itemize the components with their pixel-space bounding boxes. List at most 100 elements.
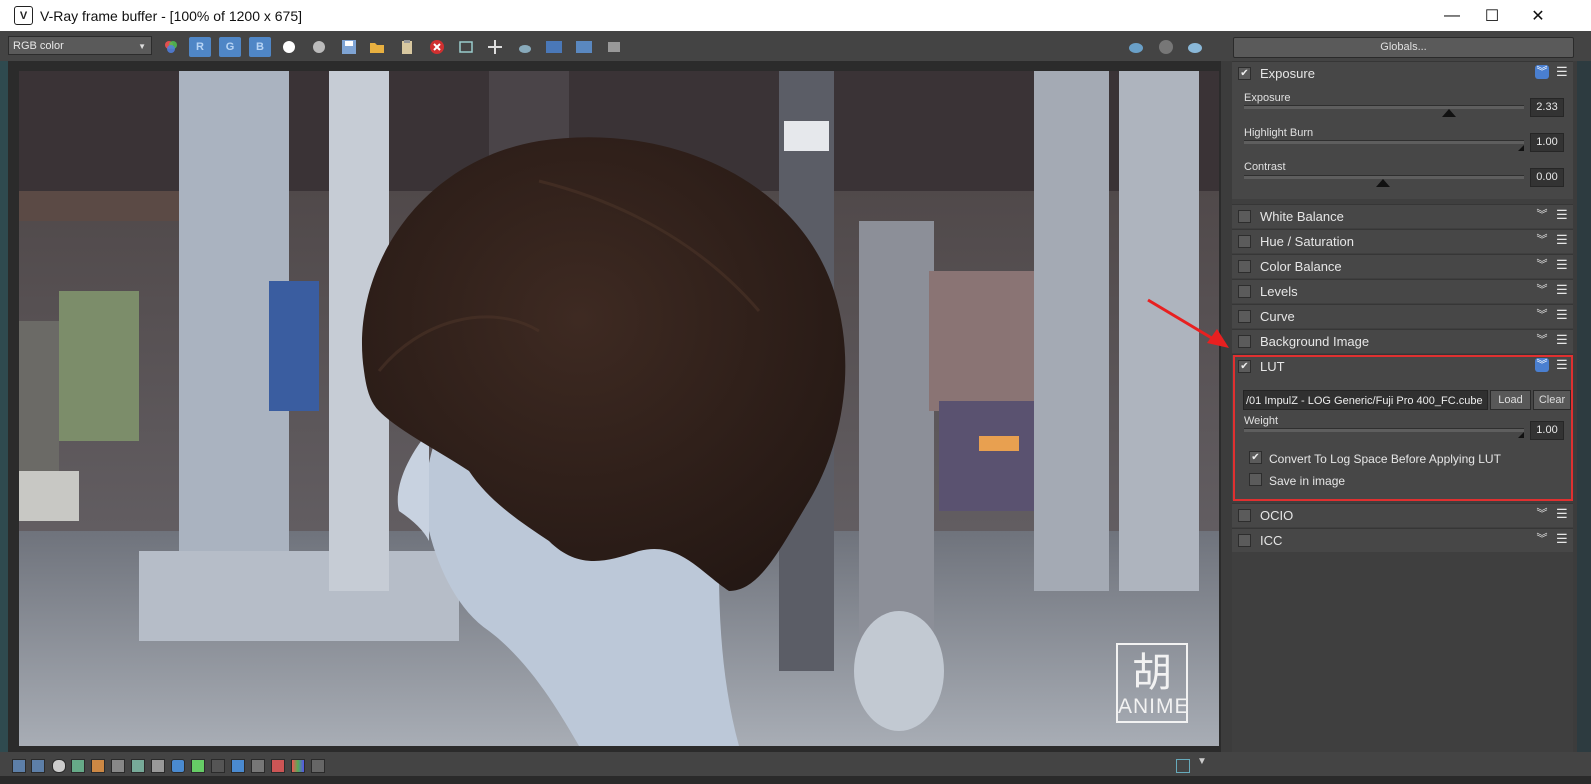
highlight-burn-label: Highlight Burn [1244,127,1314,139]
teapot-render-icon[interactable] [515,37,535,57]
split-view-icon[interactable] [31,759,45,773]
levels-header[interactable]: Levels ︾ ☰ [1232,280,1573,304]
color-balance-header[interactable]: Color Balance ︾ ☰ [1232,255,1573,279]
lens-effects-icon[interactable] [171,759,185,773]
contrast-value[interactable]: 0.00 [1530,168,1564,187]
annotation-arrow-icon [1147,298,1229,348]
curve-header[interactable]: Curve ︾ ☰ [1232,305,1573,329]
menu-icon[interactable]: ☰ [1556,282,1568,298]
menu-icon[interactable]: ☰ [1556,257,1568,273]
color-channels-icon[interactable] [161,37,181,57]
white-balance-section: White Balance ︾ ☰ [1232,204,1573,228]
hue-saturation-checkbox[interactable] [1238,235,1251,248]
background-image-section: Background Image ︾ ☰ [1232,329,1573,353]
hsl-icon[interactable] [91,759,105,773]
menu-icon[interactable]: ☰ [1556,506,1568,522]
close-button[interactable]: ✕ [1515,0,1561,31]
expand-icon[interactable]: ︾ [1535,308,1549,322]
render-teapot-icon[interactable] [1126,37,1146,57]
menu-icon[interactable]: ☰ [1556,207,1568,223]
hue-saturation-header[interactable]: Hue / Saturation ︾ ☰ [1232,230,1573,254]
hue-saturation-title: Hue / Saturation [1260,234,1354,249]
menu-icon[interactable]: ☰ [1556,307,1568,323]
contrast-slider-thumb[interactable] [1376,179,1390,187]
exposure-label: Exposure [1244,92,1291,104]
maximize-button[interactable]: ☐ [1469,0,1515,31]
ocio-checkbox[interactable] [1238,509,1251,522]
white-balance-checkbox[interactable] [1238,210,1251,223]
exposure-checkbox[interactable]: ✔ [1238,67,1251,80]
curve-tool-icon[interactable] [151,759,165,773]
compare-tool-icon[interactable] [271,759,285,773]
blue-channel-button[interactable]: B [249,37,271,57]
history-icon[interactable] [604,37,624,57]
ocio-section: OCIO ︾ ☰ [1232,503,1573,527]
levels-section: Levels ︾ ☰ [1232,279,1573,303]
expand-icon[interactable]: ︾ [1535,258,1549,272]
collapse-icon[interactable]: ︾ [1535,65,1549,79]
expand-icon[interactable]: ︾ [1535,283,1549,297]
expand-icon[interactable]: ︾ [1535,233,1549,247]
stop-render-icon[interactable] [1156,37,1176,57]
ocio-title: OCIO [1260,508,1294,523]
exposure-slider-thumb[interactable] [1442,109,1456,117]
clipboard-icon[interactable] [397,37,417,57]
icc-checkbox[interactable] [1238,534,1251,547]
menu-icon[interactable]: ☰ [1556,332,1568,348]
background-image-header[interactable]: Background Image ︾ ☰ [1232,330,1573,354]
fit-view-icon[interactable] [1176,759,1190,773]
exposure-header[interactable]: ✔ Exposure ︾ ☰ [1232,62,1573,86]
menu-icon[interactable]: ☰ [1556,64,1568,80]
channel-select-value: RGB color [13,40,64,52]
globals-button[interactable]: Globals... [1233,37,1574,58]
save-image-icon[interactable] [339,37,359,57]
interactive-render-icon[interactable] [1185,37,1205,57]
red-channel-button[interactable]: R [189,37,211,57]
color-balance-checkbox[interactable] [1238,260,1251,273]
highlight-burn-slider[interactable] [1244,140,1524,144]
exposure-value[interactable]: 2.33 [1530,98,1564,117]
channel-select[interactable]: RGB color ▼ [8,36,152,55]
highlight-burn-slider-thumb[interactable] [1518,145,1524,151]
levels-checkbox[interactable] [1238,285,1251,298]
green-channel-button[interactable]: G [219,37,241,57]
h-tool-icon[interactable] [251,759,265,773]
chevron-down-icon[interactable]: ▼ [1197,756,1207,767]
curve-edit-icon[interactable] [211,759,225,773]
rgb-stats-icon[interactable] [71,759,85,773]
chevron-down-icon: ▼ [138,42,146,51]
levels-tool-icon[interactable] [111,759,125,773]
highlight-burn-value[interactable]: 1.00 [1530,133,1564,152]
clear-image-icon[interactable] [427,37,447,57]
menu-icon[interactable]: ☰ [1556,232,1568,248]
exposure-slider[interactable] [1244,105,1524,109]
lut-tool-icon[interactable] [231,759,245,773]
background-image-checkbox[interactable] [1238,335,1251,348]
rendered-image [19,71,1219,746]
open-folder-icon[interactable] [367,37,387,57]
white-balance-header[interactable]: White Balance ︾ ☰ [1232,205,1573,229]
expand-icon[interactable]: ︾ [1535,208,1549,222]
color-balance-section: Color Balance ︾ ☰ [1232,254,1573,278]
compare-ab-icon[interactable] [544,37,564,57]
lut-highlight-frame [1233,355,1573,501]
display-mode-icon[interactable] [12,759,26,773]
curve-checkbox[interactable] [1238,310,1251,323]
desktop-background-right [1577,61,1591,752]
icc-header[interactable]: ICC ︾ ☰ [1232,529,1573,553]
pick-pixel-icon[interactable] [485,37,505,57]
expand-icon[interactable]: ︾ [1535,507,1549,521]
rgb-bars-icon[interactable] [291,759,305,773]
info-icon[interactable] [52,759,66,773]
image-layer-icon[interactable] [191,759,205,773]
menu-icon[interactable]: ☰ [1556,531,1568,547]
alpha-white-icon[interactable] [279,37,299,57]
expand-icon[interactable]: ︾ [1535,532,1549,546]
zoom-50-icon[interactable] [574,37,594,57]
settings-tool-icon[interactable] [311,759,325,773]
histogram-icon[interactable] [131,759,145,773]
ocio-header[interactable]: OCIO ︾ ☰ [1232,504,1573,528]
expand-icon[interactable]: ︾ [1535,333,1549,347]
region-render-icon[interactable] [456,37,476,57]
monochrome-icon[interactable] [309,37,329,57]
